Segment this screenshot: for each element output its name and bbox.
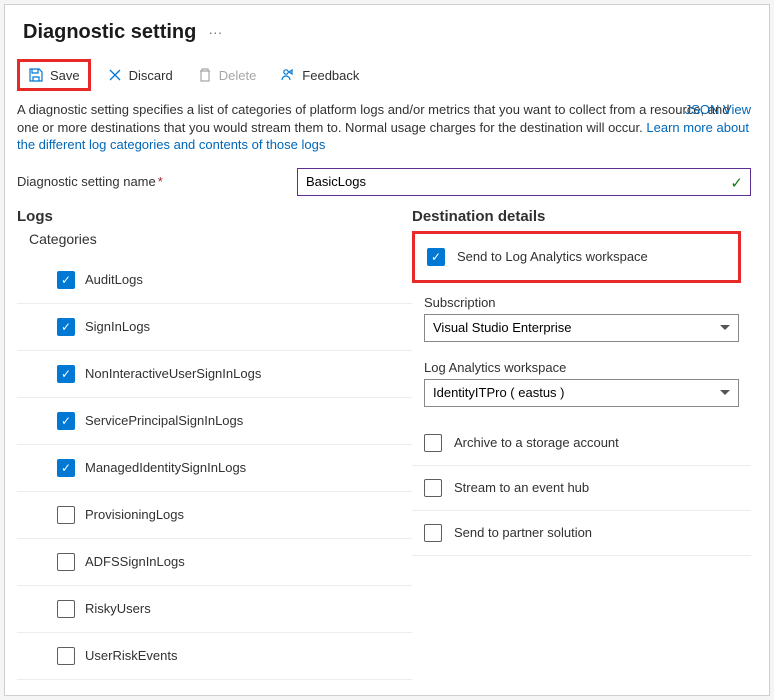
log-categories-list: AuditLogs SignInLogs NonInteractiveUserSig… [17,257,412,680]
feedback-label: Feedback [302,68,359,83]
log-category-row[interactable]: UserRiskEvents [17,633,412,680]
name-label-text: Diagnostic setting name [17,174,156,189]
columns: Logs Categories AuditLogs SignInLogs NonIn… [5,204,769,680]
log-category-label: ADFSSignInLogs [85,554,185,569]
name-label: Diagnostic setting name* [17,174,289,189]
name-input-wrap: ✓ [297,168,751,196]
json-view-link[interactable]: JSON View [685,101,751,119]
log-category-checkbox[interactable] [57,553,75,571]
required-asterisk: * [158,174,163,189]
log-category-checkbox[interactable] [57,459,75,477]
log-category-label: UserRiskEvents [85,648,177,663]
send-law-box: Send to Log Analytics workspace [412,231,741,283]
feedback-icon [280,67,296,83]
log-category-row[interactable]: AuditLogs [17,257,412,304]
destination-column: Destination details Send to Log Analytic… [412,208,751,680]
description-text: A diagnostic setting specifies a list of… [17,102,729,135]
close-icon[interactable] [743,19,751,45]
stream-option[interactable]: Stream to an event hub [412,466,751,511]
log-category-checkbox[interactable] [57,647,75,665]
description-block: JSON View A diagnostic setting specifies… [5,101,769,160]
log-category-checkbox[interactable] [57,506,75,524]
diagnostic-setting-panel: Diagnostic setting ··· Save Discard Dele… [4,4,770,696]
destination-heading: Destination details [412,208,751,225]
workspace-label: Log Analytics workspace [424,360,739,375]
diagnostic-name-input[interactable] [297,168,751,196]
log-category-row[interactable]: NonInteractiveUserSignInLogs [17,351,412,398]
panel-header: Diagnostic setting ··· [5,5,769,53]
log-category-checkbox[interactable] [57,600,75,618]
subscription-label: Subscription [424,295,739,310]
log-category-label: NonInteractiveUserSignInLogs [85,366,261,381]
log-category-label: SignInLogs [85,319,150,334]
log-category-row[interactable]: RiskyUsers [17,586,412,633]
more-icon[interactable]: ··· [208,24,222,40]
send-law-checkbox[interactable] [427,248,445,266]
partner-label: Send to partner solution [454,525,592,540]
partner-checkbox[interactable] [424,524,442,542]
partner-option[interactable]: Send to partner solution [412,511,751,556]
subscription-select[interactable] [424,314,739,342]
log-category-label: RiskyUsers [85,601,151,616]
log-category-row[interactable]: ProvisioningLogs [17,492,412,539]
stream-label: Stream to an event hub [454,480,589,495]
log-category-row[interactable]: ADFSSignInLogs [17,539,412,586]
send-law-label: Send to Log Analytics workspace [457,249,648,264]
log-category-checkbox[interactable] [57,318,75,336]
log-category-row[interactable]: ManagedIdentitySignInLogs [17,445,412,492]
delete-label: Delete [219,68,257,83]
feedback-button[interactable]: Feedback [272,62,367,88]
archive-checkbox[interactable] [424,434,442,452]
subscription-field: Subscription [412,291,751,356]
save-label: Save [50,68,80,83]
log-category-label: AuditLogs [85,272,143,287]
name-row: Diagnostic setting name* ✓ [5,160,769,204]
logs-heading: Logs [17,208,412,225]
categories-label: Categories [29,231,412,247]
archive-label: Archive to a storage account [454,435,619,450]
log-category-row[interactable]: ServicePrincipalSignInLogs [17,398,412,445]
save-icon [28,67,44,83]
log-category-row[interactable]: SignInLogs [17,304,412,351]
send-law-option[interactable]: Send to Log Analytics workspace [427,246,726,268]
toolbar: Save Discard Delete Feedback [5,53,769,101]
archive-option[interactable]: Archive to a storage account [412,421,751,466]
workspace-field: Log Analytics workspace [412,356,751,421]
page-title: Diagnostic setting [23,21,196,44]
logs-column: Logs Categories AuditLogs SignInLogs NonIn… [17,208,412,680]
log-category-checkbox[interactable] [57,412,75,430]
log-category-checkbox[interactable] [57,271,75,289]
stream-checkbox[interactable] [424,479,442,497]
discard-icon [107,67,123,83]
discard-label: Discard [129,68,173,83]
delete-button: Delete [189,62,265,88]
discard-button[interactable]: Discard [99,62,181,88]
workspace-select[interactable] [424,379,739,407]
log-category-label: ManagedIdentitySignInLogs [85,460,246,475]
valid-icon: ✓ [730,174,743,192]
log-category-checkbox[interactable] [57,365,75,383]
log-category-label: ProvisioningLogs [85,507,184,522]
log-category-label: ServicePrincipalSignInLogs [85,413,243,428]
delete-icon [197,67,213,83]
save-button[interactable]: Save [17,59,91,91]
